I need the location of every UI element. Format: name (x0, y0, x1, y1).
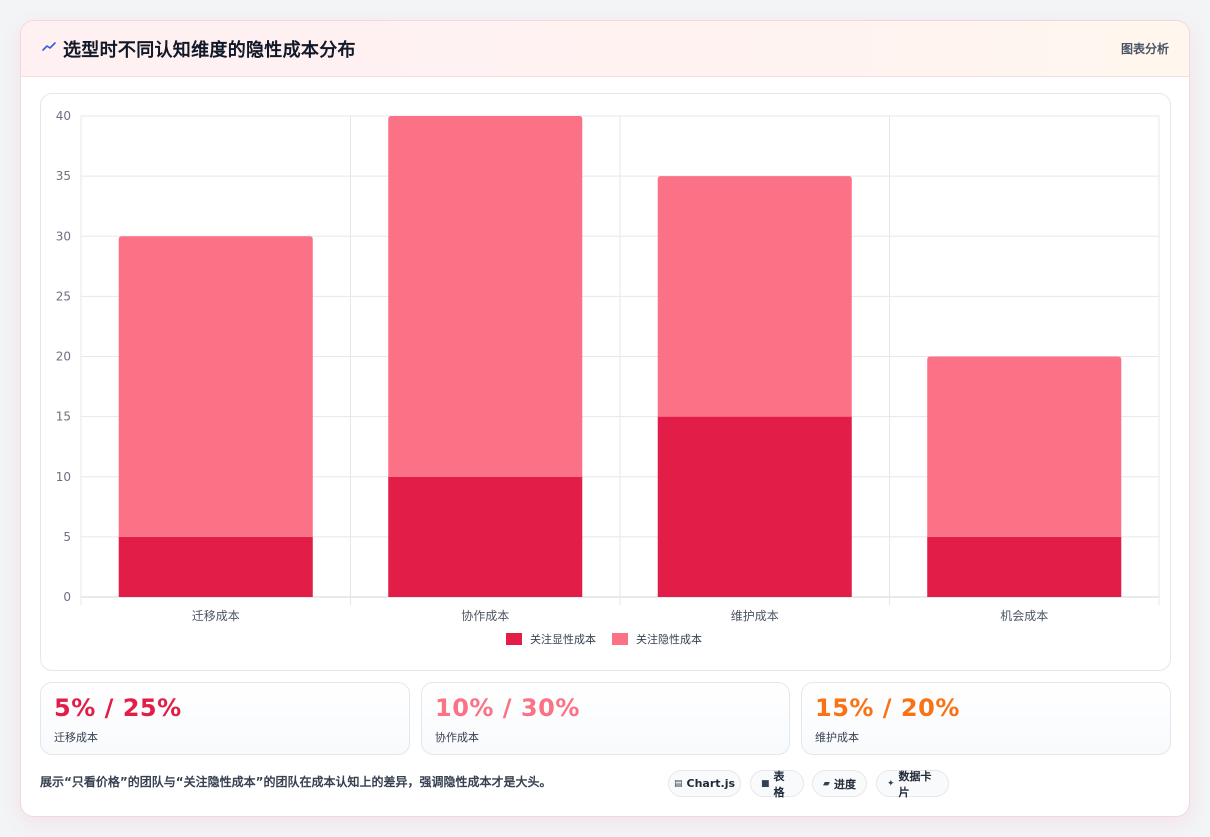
legend-swatch (612, 633, 628, 645)
pill-progress[interactable]: ▰ 进度 (812, 770, 867, 797)
chart-icon: ▤ (673, 778, 683, 789)
stat-card-collaboration: 10% / 30% 协作成本 (421, 682, 790, 755)
table-icon: ■ (761, 778, 770, 789)
x-tick-label: 迁移成本 (192, 609, 240, 623)
stat-label: 迁移成本 (54, 731, 98, 744)
y-tick-label: 20 (56, 350, 71, 364)
chart-container: 0 5 10 15 20 25 30 35 40 迁移成本 协作成本 维护成本 机会成本关注显性成本 关注… (40, 93, 1171, 671)
pill-label: 表格 (773, 769, 785, 799)
progress-icon: ▰ (823, 778, 830, 789)
stat-card-maintenance: 15% / 20% 维护成本 (801, 682, 1171, 755)
chart-card: 选型时不同认知维度的隐性成本分布 图表分析 0 5 10 15 20 25 30 35 40 迁移… (20, 20, 1190, 817)
y-tick-label: 5 (63, 530, 71, 544)
page-title: 选型时不同认知维度的隐性成本分布 (63, 40, 356, 61)
stat-label: 协作成本 (435, 731, 479, 744)
chart-analysis-tag: 图表分析 (1120, 42, 1169, 56)
stat-value: 15% / 20% (815, 694, 960, 722)
stacked-bar-chart: 0 5 10 15 20 25 30 35 40 迁移成本 协作成本 维护成本 机会成本关注显性成本 关注… (56, 109, 1160, 646)
x-tick-label: 协作成本 (461, 608, 509, 623)
y-tick-label: 0 (63, 590, 71, 604)
legend-label: 关注隐性成本 (636, 632, 702, 646)
y-tick-label: 15 (56, 410, 71, 424)
x-tick-label: 维护成本 (731, 609, 779, 623)
bar-segment (657, 176, 852, 417)
bar-segment (657, 416, 852, 597)
pill-table[interactable]: ■ 表格 (750, 769, 804, 799)
card-header: 选型时不同认知维度的隐性成本分布 图表分析 (21, 21, 1189, 77)
pill-label: 进度 (833, 777, 856, 791)
legend-label: 关注显性成本 (530, 632, 596, 646)
sparkle-icon: ✦ (887, 778, 895, 789)
y-tick-label: 40 (56, 109, 71, 123)
x-tick-label: 机会成本 (1000, 609, 1048, 623)
bar-segment (118, 536, 313, 597)
y-tick-label: 35 (56, 169, 71, 183)
bar-segment (388, 476, 583, 597)
bar-segment (118, 236, 313, 537)
trend-icon (42, 42, 56, 51)
pill-label: Chart.js (686, 777, 736, 790)
bar-segment (927, 356, 1122, 537)
bar-segment (388, 116, 583, 477)
y-tick-label: 25 (56, 289, 71, 303)
stat-value: 5% / 25% (54, 694, 182, 722)
pill-label: 数据卡片 (898, 769, 932, 799)
pill-data-card[interactable]: ✦ 数据卡片 (876, 769, 949, 799)
stat-card-migration: 5% / 25% 迁移成本 (40, 682, 410, 755)
y-tick-label: 10 (56, 470, 71, 484)
stat-label: 维护成本 (815, 731, 859, 744)
legend-swatch (506, 633, 522, 645)
chart-description: 展示“只看价格”的团队与“关注隐性成本”的团队在成本认知上的差异，强调隐性成本才… (40, 775, 552, 789)
y-tick-label: 30 (56, 229, 71, 243)
stat-value: 10% / 30% (435, 694, 580, 722)
pill-chartjs[interactable]: ▤ Chart.js (668, 770, 741, 797)
bar-segment (927, 536, 1122, 597)
